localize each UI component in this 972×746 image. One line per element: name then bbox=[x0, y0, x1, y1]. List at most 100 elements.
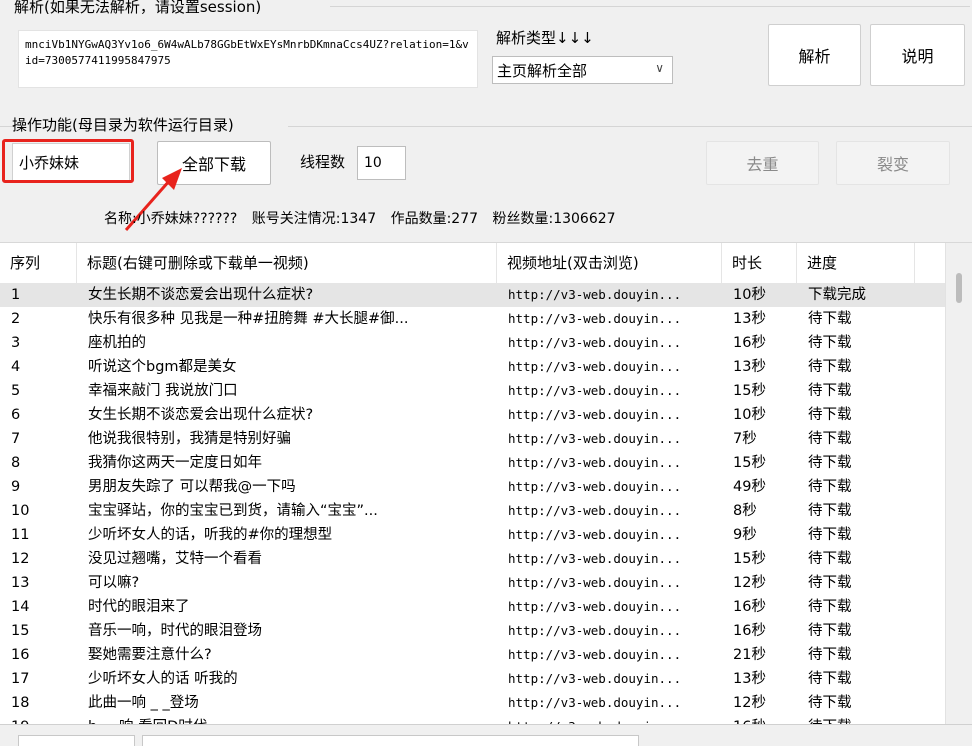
cell-url: http://v3-web.douyin... bbox=[508, 359, 682, 374]
table-row[interactable]: 15 音乐一响，时代的眼泪登场 http://v3-web.douyin... 16秒… bbox=[0, 619, 945, 643]
cell-url: http://v3-web.douyin... bbox=[508, 575, 682, 590]
cell-dur: 16秒 bbox=[733, 335, 766, 351]
bottom-strip bbox=[0, 724, 972, 746]
cell-status: 待下载 bbox=[808, 455, 852, 471]
ops-group-line-left bbox=[0, 126, 12, 127]
cell-status: 待下载 bbox=[808, 407, 852, 423]
table-row[interactable]: 8 我猜你这两天一定度日如年 http://v3-web.douyin... 15秒 待… bbox=[0, 451, 945, 475]
cell-title: 少听坏女人的话 听我的 bbox=[88, 671, 238, 687]
cell-dur: 10秒 bbox=[733, 407, 766, 423]
cell-id: 15 bbox=[11, 623, 30, 639]
table-row[interactable]: 14 时代的眼泪来了 http://v3-web.douyin... 16秒 待下载 bbox=[0, 595, 945, 619]
url-input[interactable]: mnciVb1NYGwAQ3Yv1o6_6W4wALb78GGbEtWxEYsM… bbox=[18, 30, 478, 88]
cell-id: 5 bbox=[11, 383, 21, 399]
parse-group-title: 解析(如果无法解析，请设置session) bbox=[14, 0, 266, 17]
cell-id: 14 bbox=[11, 599, 30, 615]
table-row[interactable]: 12 没见过翘嘴，艾特一个看看 http://v3-web.douyin... 15秒… bbox=[0, 547, 945, 571]
threads-label: 线程数 bbox=[300, 153, 346, 171]
parse-button[interactable]: 解析 bbox=[768, 24, 861, 86]
cell-url: http://v3-web.douyin... bbox=[508, 671, 682, 686]
cell-dur: 16秒 bbox=[733, 599, 766, 615]
cell-id: 8 bbox=[11, 455, 21, 471]
table-row[interactable]: 9 男朋友失踪了 可以帮我@一下吗 http://v3-web.douyin... 4… bbox=[0, 475, 945, 499]
cell-dur: 13秒 bbox=[733, 671, 766, 687]
cell-status: 下载完成 bbox=[808, 287, 866, 303]
cell-title: 女生长期不谈恋爱会出现什么症状? bbox=[88, 287, 314, 303]
cell-url: http://v3-web.douyin... bbox=[508, 503, 682, 518]
cell-status: 待下载 bbox=[808, 503, 852, 519]
bottom-control-left[interactable] bbox=[18, 735, 135, 746]
highlight-frame bbox=[2, 139, 134, 183]
help-button[interactable]: 说明 bbox=[870, 24, 965, 86]
table-row[interactable]: 16 娶她需要注意什么? http://v3-web.douyin... 21秒 待下载 bbox=[0, 643, 945, 667]
cell-status: 待下载 bbox=[808, 575, 852, 591]
cell-dur: 49秒 bbox=[733, 479, 766, 495]
cell-title: 座机拍的 bbox=[88, 335, 146, 351]
cell-url: http://v3-web.douyin... bbox=[508, 551, 682, 566]
cell-dur: 13秒 bbox=[733, 311, 766, 327]
cell-title: 音乐一响，时代的眼泪登场 bbox=[88, 623, 262, 639]
cell-dur: 15秒 bbox=[733, 455, 766, 471]
works-info: 作品数量:277 bbox=[390, 211, 479, 227]
cell-status: 待下载 bbox=[808, 335, 852, 351]
table-row[interactable]: 4 听说这个bgm都是美女 http://v3-web.douyin... 13秒 待下… bbox=[0, 355, 945, 379]
cell-url: http://v3-web.douyin... bbox=[508, 335, 682, 350]
cell-title: 娶她需要注意什么? bbox=[88, 647, 212, 663]
table-row[interactable]: 6 女生长期不谈恋爱会出现什么症状? http://v3-web.douyin...… bbox=[0, 403, 945, 427]
header-url[interactable]: 视频地址(双击浏览) bbox=[497, 243, 722, 283]
table-row[interactable]: 3 座机拍的 http://v3-web.douyin... 16秒 待下载 bbox=[0, 331, 945, 355]
table-row[interactable]: 7 他说我很特别，我猜是特别好骗 http://v3-web.douyin... 7秒… bbox=[0, 427, 945, 451]
table-row[interactable]: 18 此曲一响 _ _登场 http://v3-web.douyin... 12秒 待下… bbox=[0, 691, 945, 715]
ops-group-title: 操作功能(母目录为软件运行目录) bbox=[12, 114, 238, 135]
parse-type-select[interactable]: 主页解析全部 ∨ bbox=[492, 56, 673, 84]
table-row[interactable]: 13 可以嘛? http://v3-web.douyin... 12秒 待下载 bbox=[0, 571, 945, 595]
header-title[interactable]: 标题(右键可删除或下载单一视频) bbox=[77, 243, 497, 283]
cell-url: http://v3-web.douyin... bbox=[508, 311, 682, 326]
split-button[interactable]: 裂变 bbox=[836, 141, 950, 185]
video-table[interactable]: 序列 标题(右键可删除或下载单一视频) 视频地址(双击浏览) 时长 进度 1 女生… bbox=[0, 242, 972, 725]
header-progress[interactable]: 进度 bbox=[797, 243, 915, 283]
header-index[interactable]: 序列 bbox=[0, 243, 77, 283]
cell-id: 16 bbox=[11, 647, 30, 663]
dedupe-button[interactable]: 去重 bbox=[706, 141, 819, 185]
header-duration[interactable]: 时长 bbox=[722, 243, 797, 283]
cell-title: 宝宝驿站，你的宝宝已到货，请输入“宝宝”... bbox=[88, 503, 378, 519]
cell-id: 2 bbox=[11, 311, 21, 327]
cell-title: 没见过翘嘴，艾特一个看看 bbox=[88, 551, 262, 567]
table-row[interactable]: 2 快乐有很多种 见我是一种#扭胯舞 #大长腿#御... http://v3-web… bbox=[0, 307, 945, 331]
table-row[interactable]: 11 少听坏女人的话，听我的#你的理想型 http://v3-web.douyin.… bbox=[0, 523, 945, 547]
vertical-scrollbar[interactable] bbox=[945, 243, 972, 725]
table-row[interactable]: 10 宝宝驿站，你的宝宝已到货，请输入“宝宝”... http://v3-web.d… bbox=[0, 499, 945, 523]
cell-url: http://v3-web.douyin... bbox=[508, 479, 682, 494]
cell-status: 待下载 bbox=[808, 383, 852, 399]
cell-id: 4 bbox=[11, 359, 21, 375]
cell-title: 少听坏女人的话，听我的#你的理想型 bbox=[88, 527, 333, 543]
cell-url: http://v3-web.douyin... bbox=[508, 647, 682, 662]
table-row[interactable]: 17 少听坏女人的话 听我的 http://v3-web.douyin... 13秒 待… bbox=[0, 667, 945, 691]
table-row[interactable]: 1 女生长期不谈恋爱会出现什么症状? http://v3-web.douyin...… bbox=[0, 283, 945, 307]
cell-dur: 9秒 bbox=[733, 527, 757, 543]
cell-url: http://v3-web.douyin... bbox=[508, 407, 682, 422]
cell-id: 7 bbox=[11, 431, 21, 447]
account-info: 名称:小乔妹妹?????? 账号关注情况:1347 作品数量:277 粉丝数量:… bbox=[104, 208, 626, 228]
cell-dur: 12秒 bbox=[733, 575, 766, 591]
cell-title: 男朋友失踪了 可以帮我@一下吗 bbox=[88, 479, 296, 495]
cell-title: 女生长期不谈恋爱会出现什么症状? bbox=[88, 407, 314, 423]
parse-type-selected: 主页解析全部 bbox=[497, 61, 588, 80]
cell-url: http://v3-web.douyin... bbox=[508, 599, 682, 614]
threads-input[interactable]: 10 bbox=[357, 146, 406, 180]
cell-url: http://v3-web.douyin... bbox=[508, 623, 682, 638]
table-row[interactable]: 5 幸福来敲门 我说放门口 http://v3-web.douyin... 15秒 待下… bbox=[0, 379, 945, 403]
table-header: 序列 标题(右键可删除或下载单一视频) 视频地址(双击浏览) 时长 进度 bbox=[0, 243, 945, 284]
cell-url: http://v3-web.douyin... bbox=[508, 383, 682, 398]
cell-url: http://v3-web.douyin... bbox=[508, 527, 682, 542]
cell-title: 时代的眼泪来了 bbox=[88, 599, 190, 615]
chevron-down-icon: ∨ bbox=[655, 61, 664, 75]
parse-group-line bbox=[330, 6, 970, 7]
fans-info: 粉丝数量:1306627 bbox=[492, 211, 616, 227]
cell-dur: 15秒 bbox=[733, 383, 766, 399]
bottom-control-right[interactable] bbox=[142, 735, 639, 746]
cell-title: 听说这个bgm都是美女 bbox=[88, 359, 237, 375]
cell-status: 待下载 bbox=[808, 359, 852, 375]
scrollbar-thumb[interactable] bbox=[956, 273, 962, 303]
